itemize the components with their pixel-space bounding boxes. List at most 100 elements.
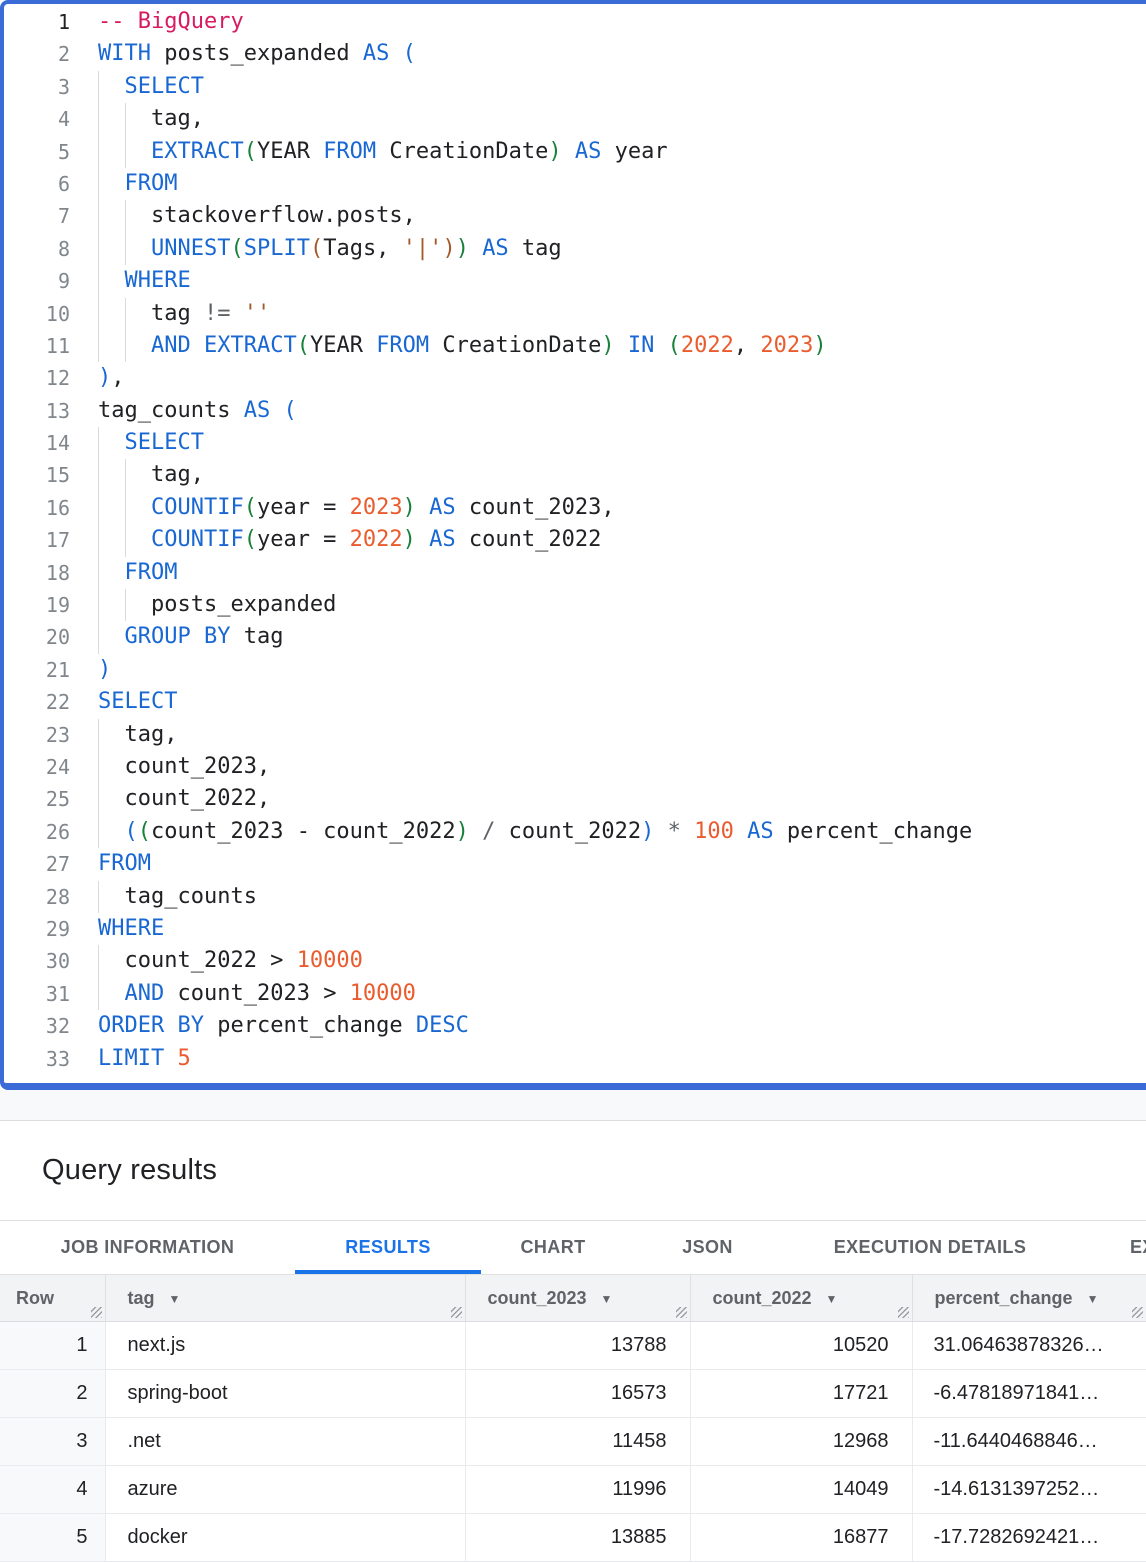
line-number: 21	[4, 654, 70, 686]
column-label: count_2022	[713, 1288, 812, 1308]
column-menu-icon[interactable]: ▼	[169, 1292, 181, 1306]
percent-change-cell: -14.6131397252…	[912, 1466, 1146, 1514]
indent-guide	[98, 881, 99, 913]
code-line[interactable]: 20 GROUP BY tag	[4, 621, 1146, 653]
results-table: Rowtag▼count_2023▼count_2022▼percent_cha…	[0, 1274, 1146, 1562]
code-line[interactable]: 4 tag,	[4, 103, 1146, 135]
code-line[interactable]: 25 count_2022,	[4, 783, 1146, 815]
code-line[interactable]: 28 tag_counts	[4, 881, 1146, 913]
code-line[interactable]: 14 SELECT	[4, 427, 1146, 459]
count-2023-cell: 11458	[465, 1418, 690, 1466]
code-line[interactable]: 27FROM	[4, 848, 1146, 880]
indent-guide	[98, 524, 99, 556]
row-number-cell: 5	[0, 1514, 105, 1562]
code-line[interactable]: 29WHERE	[4, 913, 1146, 945]
column-label: count_2023	[488, 1288, 587, 1308]
code-line[interactable]: 12),	[4, 362, 1146, 394]
column-resize-icon[interactable]	[451, 1307, 462, 1318]
tab-execution-details[interactable]: EXECUTION DETAILS	[790, 1221, 1070, 1274]
count-2023-cell: 16573	[465, 1370, 690, 1418]
column-header-tag[interactable]: tag▼	[105, 1275, 465, 1322]
code-line[interactable]: 26 ((count_2023 - count_2022) / count_20…	[4, 816, 1146, 848]
tab-chart[interactable]: CHART	[481, 1221, 625, 1274]
sql-editor[interactable]: 1-- BigQuery2WITH posts_expanded AS (3 S…	[0, 0, 1146, 1090]
code-text: UNNEST(SPLIT(Tags, '|')) AS tag	[70, 233, 562, 265]
indent-guide	[98, 265, 99, 297]
table-row: 1next.js137881052031.06463878326…	[0, 1322, 1146, 1370]
code-text: tag != ''	[70, 298, 270, 330]
code-line[interactable]: 32ORDER BY percent_change DESC	[4, 1010, 1146, 1042]
percent-change-cell: -6.47818971841…	[912, 1370, 1146, 1418]
code-text: ),	[70, 362, 125, 394]
code-text: tag,	[70, 459, 204, 491]
column-header-count_2023[interactable]: count_2023 ▼	[465, 1275, 690, 1322]
table-row: 5docker1388516877-17.7282692421…	[0, 1514, 1146, 1562]
code-text: count_2022,	[70, 783, 270, 815]
indent-guide	[98, 200, 99, 232]
code-line[interactable]: 15 tag,	[4, 459, 1146, 491]
tab-results[interactable]: RESULTS	[295, 1221, 481, 1274]
code-line[interactable]: 18 FROM	[4, 557, 1146, 589]
column-menu-icon[interactable]: ▼	[601, 1292, 613, 1306]
code-line[interactable]: 16 COUNTIF(year = 2023) AS count_2023,	[4, 492, 1146, 524]
code-line[interactable]: 19 posts_expanded	[4, 589, 1146, 621]
code-text: AND EXTRACT(YEAR FROM CreationDate) IN (…	[70, 330, 827, 362]
code-line[interactable]: 31 AND count_2023 > 10000	[4, 978, 1146, 1010]
column-menu-icon[interactable]: ▼	[826, 1292, 838, 1306]
column-resize-icon[interactable]	[91, 1307, 102, 1318]
code-line[interactable]: 22SELECT	[4, 686, 1146, 718]
line-number: 19	[4, 589, 70, 621]
code-line[interactable]: 1-- BigQuery	[4, 6, 1146, 38]
count-2022-cell: 14049	[690, 1466, 912, 1514]
indent-guide	[98, 103, 99, 135]
code-line[interactable]: 7 stackoverflow.posts,	[4, 200, 1146, 232]
column-header-count_2022[interactable]: count_2022 ▼	[690, 1275, 912, 1322]
code-line[interactable]: 17 COUNTIF(year = 2022) AS count_2022	[4, 524, 1146, 556]
line-number: 15	[4, 459, 70, 491]
row-number-cell: 3	[0, 1418, 105, 1466]
code-line[interactable]: 3 SELECT	[4, 71, 1146, 103]
line-number: 20	[4, 621, 70, 653]
indent-guide	[125, 459, 126, 491]
column-resize-icon[interactable]	[1132, 1307, 1143, 1318]
line-number: 12	[4, 362, 70, 394]
column-resize-icon[interactable]	[898, 1307, 909, 1318]
code-line[interactable]: 2WITH posts_expanded AS (	[4, 38, 1146, 70]
column-resize-icon[interactable]	[676, 1307, 687, 1318]
line-number: 31	[4, 978, 70, 1010]
line-number: 18	[4, 557, 70, 589]
code-line[interactable]: 5 EXTRACT(YEAR FROM CreationDate) AS yea…	[4, 136, 1146, 168]
code-text: posts_expanded	[70, 589, 336, 621]
tab-ex[interactable]: EX	[1070, 1221, 1146, 1274]
code-line[interactable]: 21)	[4, 654, 1146, 686]
code-line[interactable]: 30 count_2022 > 10000	[4, 945, 1146, 977]
code-line[interactable]: 13tag_counts AS (	[4, 395, 1146, 427]
table-row: 3.net1145812968-11.6440468846…	[0, 1418, 1146, 1466]
column-header-percent_change[interactable]: percent_change▼	[912, 1275, 1146, 1322]
code-text: )	[70, 654, 111, 686]
code-line[interactable]: 9 WHERE	[4, 265, 1146, 297]
code-line[interactable]: 24 count_2023,	[4, 751, 1146, 783]
code-line[interactable]: 6 FROM	[4, 168, 1146, 200]
indent-guide	[98, 816, 99, 848]
percent-change-cell: 31.06463878326…	[912, 1322, 1146, 1370]
code-line[interactable]: 10 tag != ''	[4, 298, 1146, 330]
code-line[interactable]: 8 UNNEST(SPLIT(Tags, '|')) AS tag	[4, 233, 1146, 265]
code-line[interactable]: 23 tag,	[4, 719, 1146, 751]
tag-cell: azure	[105, 1466, 465, 1514]
column-menu-icon[interactable]: ▼	[1087, 1292, 1099, 1306]
code-text: AND count_2023 > 10000	[70, 978, 416, 1010]
code-text: FROM	[70, 557, 177, 589]
table-row: 4azure1199614049-14.6131397252…	[0, 1466, 1146, 1514]
column-header-row[interactable]: Row	[0, 1275, 105, 1322]
indent-guide	[125, 330, 126, 362]
tab-job-information[interactable]: JOB INFORMATION	[0, 1221, 295, 1274]
code-text: SELECT	[70, 71, 204, 103]
code-line[interactable]: 33LIMIT 5	[4, 1043, 1146, 1075]
tab-json[interactable]: JSON	[625, 1221, 790, 1274]
code-text: -- BigQuery	[70, 6, 244, 38]
code-line[interactable]: 11 AND EXTRACT(YEAR FROM CreationDate) I…	[4, 330, 1146, 362]
line-number: 8	[4, 233, 70, 265]
code-text: GROUP BY tag	[70, 621, 283, 653]
line-number: 30	[4, 945, 70, 977]
